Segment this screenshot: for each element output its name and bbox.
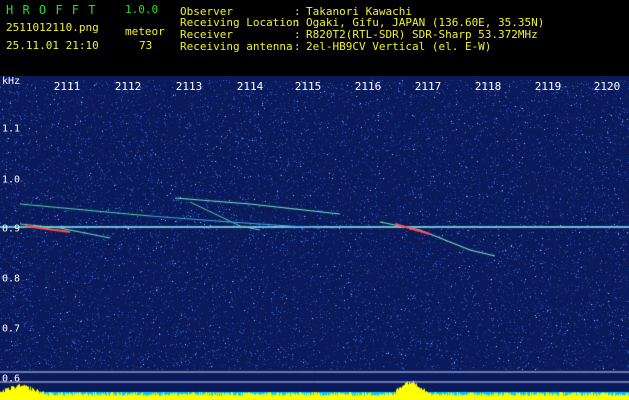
x-tick: 2111 <box>53 80 81 93</box>
x-tick: 2117 <box>414 80 442 93</box>
x-tick: 2114 <box>236 80 264 93</box>
antenna-value: 2el-HB9CV Vertical (el. E-W) <box>306 40 492 53</box>
y-unit-label: kHz <box>2 76 21 87</box>
y-tick: 0.8 <box>2 273 21 285</box>
spectrogram-canvas <box>0 76 629 400</box>
meteor-count: 73 <box>139 39 153 52</box>
app-title: H R O F F T <box>6 3 97 17</box>
y-tick: 1.0 <box>2 174 21 186</box>
y-tick: 0.6 <box>2 373 21 385</box>
antenna-sep: : <box>294 40 301 53</box>
x-tick: 2116 <box>354 80 382 93</box>
y-tick: 0.7 <box>2 323 21 335</box>
x-tick: 2112 <box>114 80 142 93</box>
mode-label: meteor <box>125 25 165 38</box>
x-tick: 2120 <box>593 80 621 93</box>
app-version: 1.0.0 <box>125 3 159 16</box>
y-tick: 0.9 <box>2 223 21 235</box>
y-tick: 1.1 <box>2 123 21 135</box>
file-name: 2511012110.png <box>6 21 99 34</box>
x-tick: 2115 <box>294 80 322 93</box>
x-tick: 2118 <box>474 80 502 93</box>
info-header: H R O F F T 1.0.0 2511012110.png meteor … <box>0 0 629 76</box>
antenna-label: Receiving antenna <box>180 40 293 53</box>
timestamp: 25.11.01 21:10 <box>6 39 99 52</box>
x-tick: 2113 <box>175 80 203 93</box>
x-tick: 2119 <box>534 80 562 93</box>
